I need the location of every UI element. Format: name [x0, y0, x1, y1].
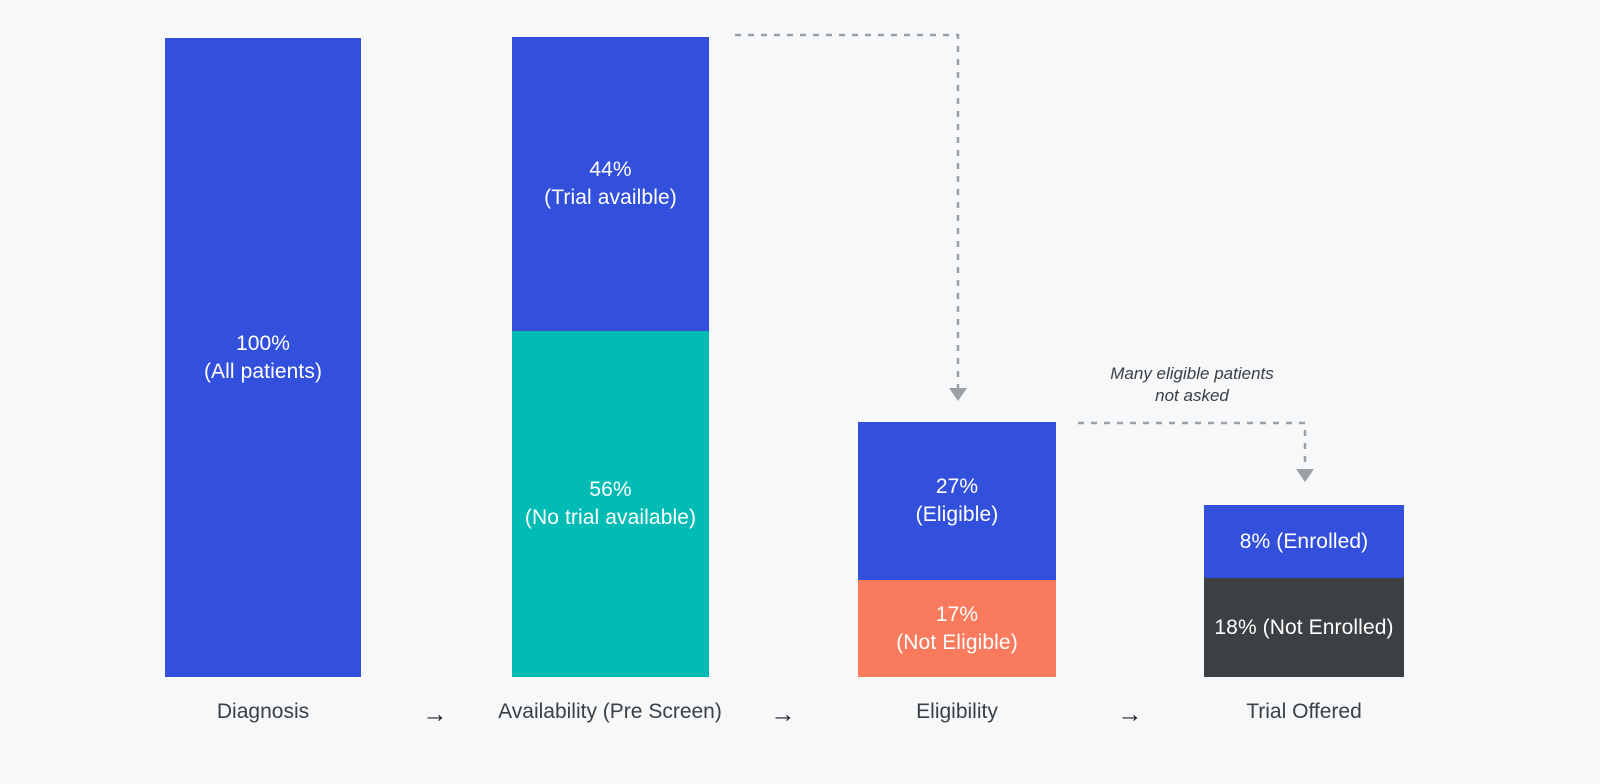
bar-eligibility[interactable]: 27% (Eligible) 17% (Not Eligible): [858, 422, 1056, 677]
stage-caption-availability: Availability (Pre Screen): [498, 700, 722, 723]
bar-segment-no-trial-available[interactable]: 56% (No trial available): [512, 331, 709, 677]
bar-segment-enrolled[interactable]: 8% (Enrolled): [1204, 505, 1404, 578]
bar-segment-eligible[interactable]: 27% (Eligible): [858, 422, 1056, 580]
segment-label-trial-available: 44% (Trial availble): [544, 158, 677, 209]
connector-eligible-not-asked-flow: [1068, 421, 1315, 493]
connector-availability-to-eligibility-flow: [725, 33, 968, 412]
segment-label-no-trial-available: 56% (No trial available): [524, 478, 697, 529]
bar-trial-offered[interactable]: 8% (Enrolled) 18% (Not Enrolled): [1204, 505, 1404, 677]
segment-label-not-enrolled: 18% (Not Enrolled): [1214, 615, 1394, 639]
segment-label-enrolled: 8% (Enrolled): [1239, 529, 1369, 553]
stage-caption-diagnosis: Diagnosis: [216, 700, 310, 723]
bar-availability[interactable]: 44% (Trial availble) 56% (No trial availa…: [512, 37, 709, 677]
bar-segment-all-patients[interactable]: 100% (All patients): [165, 38, 361, 677]
bar-segment-not-eligible[interactable]: 17% (Not Eligible): [858, 580, 1056, 677]
funnel-chart: 100% (All patients) Diagnosis 44% (Trial a…: [0, 0, 1600, 784]
segment-label-not-eligible: 17% (Not Eligible): [896, 602, 1018, 654]
bar-diagnosis[interactable]: 100% (All patients): [165, 38, 361, 677]
right-arrow-icon-2: →: [770, 700, 796, 728]
stage-caption-eligibility: Eligibility: [916, 700, 998, 723]
bar-segment-trial-available[interactable]: 44% (Trial availble): [512, 37, 709, 331]
right-arrow-icon-3: →: [1117, 700, 1143, 728]
stage-caption-trial-offered: Trial Offered: [1246, 700, 1362, 723]
right-arrow-icon-1: →: [422, 700, 448, 728]
bar-segment-not-enrolled[interactable]: 18% (Not Enrolled): [1204, 578, 1404, 677]
segment-label-eligible: 27% (Eligible): [915, 475, 999, 526]
segment-label-all-patients: 100% (All patients): [203, 331, 323, 383]
annotation-note-eligible-not-asked-flow: Many eligible patients not asked: [1110, 364, 1274, 405]
